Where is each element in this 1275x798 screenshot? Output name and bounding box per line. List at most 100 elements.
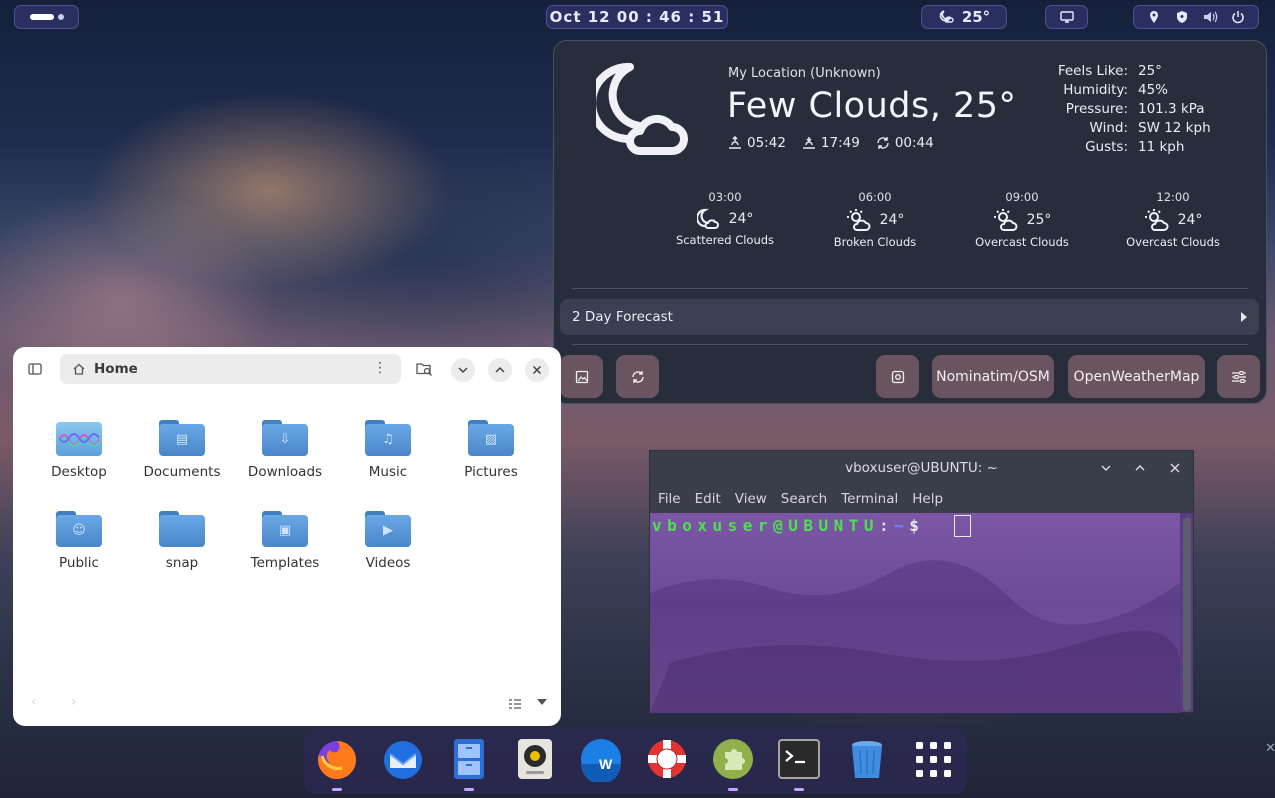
folder-item-public[interactable]: ☺ Public: [29, 511, 129, 571]
sunset-time: 17:49: [820, 135, 860, 151]
folder-label: Desktop: [51, 464, 107, 480]
weather-location: My Location (Unknown): [728, 66, 881, 81]
refresh-weather-button[interactable]: [616, 355, 659, 398]
view-mode-button[interactable]: [508, 695, 524, 709]
hourly-temp-row: 24°: [660, 208, 790, 230]
folder-item-music[interactable]: ♫ Music: [338, 420, 438, 480]
libreoffice-writer-icon[interactable]: W: [578, 736, 624, 782]
path-bar[interactable]: Home ⋮: [60, 354, 401, 384]
chevron-down-icon[interactable]: [1100, 462, 1112, 474]
open-weather-app-button[interactable]: [560, 355, 603, 398]
view-options-button[interactable]: [537, 699, 547, 705]
workspace-active-dot: [29, 14, 54, 20]
chevron-right-icon: [1241, 312, 1247, 322]
camera-frame-icon: [891, 370, 904, 383]
hourly-forecast-item: 09:00 25° Overcast Clouds: [957, 190, 1087, 249]
rhythmbox-icon[interactable]: [512, 736, 558, 782]
screenshot-button[interactable]: [876, 355, 919, 398]
minimize-button[interactable]: [451, 358, 475, 382]
detail-label: Humidity:: [1063, 82, 1128, 98]
detail-row: Pressure: 101.3 kPa: [1054, 100, 1211, 119]
hourly-temp: 25°: [1026, 212, 1052, 228]
hourly-forecast-item: 03:00 24° Scattered Clouds: [660, 190, 790, 247]
folder-item-snap[interactable]: snap: [132, 511, 232, 571]
hourly-condition: Scattered Clouds: [675, 233, 775, 247]
sidebar-icon: [28, 363, 42, 375]
folder-item-pictures[interactable]: ▨ Pictures: [441, 420, 541, 480]
detail-value: 11 kph: [1138, 139, 1185, 155]
menu-search[interactable]: Search: [781, 491, 827, 507]
terminal-scrollbar[interactable]: [1183, 517, 1191, 711]
sidebar-toggle-button[interactable]: [27, 361, 43, 377]
last-refresh-time: 00:44: [894, 135, 934, 151]
geocode-provider-label: Nominatim/OSM: [936, 368, 1050, 385]
menu-view[interactable]: View: [735, 491, 767, 507]
sunset-icon: [802, 137, 815, 149]
terminal-output[interactable]: vboxuser@UBUNTU:~$: [650, 513, 1180, 713]
forward-button[interactable]: ›: [71, 694, 77, 710]
detail-value: 101.3 kPa: [1138, 101, 1205, 117]
weather-provider-button[interactable]: OpenWeatherMap: [1068, 355, 1205, 398]
hourly-time: 06:00: [858, 190, 892, 204]
hourly-time: 12:00: [1156, 190, 1190, 204]
music-folder-icon: ♫: [365, 420, 411, 456]
weather-indicator[interactable]: 25°: [921, 5, 1007, 29]
extensions-icon[interactable]: [710, 736, 756, 782]
clock-button[interactable]: Oct 12 00 : 46 : 51: [546, 5, 728, 29]
app-grid-icon[interactable]: [910, 736, 956, 782]
detail-value: 45%: [1138, 82, 1169, 98]
pictures-folder-icon: ▨: [468, 420, 514, 456]
two-day-forecast-expander[interactable]: 2 Day Forecast: [560, 299, 1259, 335]
close-icon[interactable]: [1169, 462, 1181, 474]
folder-label: Downloads: [247, 464, 323, 480]
trash-icon[interactable]: [844, 736, 890, 782]
folder-icon: [159, 511, 205, 547]
menu-terminal[interactable]: Terminal: [841, 491, 898, 507]
svg-text:W: W: [599, 756, 613, 772]
path-menu-icon[interactable]: ⋮: [373, 360, 387, 376]
folder-item-desktop[interactable]: Desktop: [29, 420, 129, 480]
close-button[interactable]: [525, 358, 549, 382]
sunrise-item: 05:42: [728, 135, 786, 151]
workspace-indicator[interactable]: [14, 5, 79, 29]
folder-item-videos[interactable]: ▶ Videos: [338, 511, 438, 571]
weather-settings-button[interactable]: [1217, 355, 1260, 398]
back-button[interactable]: ‹: [31, 694, 37, 710]
close-icon: [532, 365, 542, 375]
refresh-icon: [631, 370, 644, 383]
maximize-button[interactable]: [488, 358, 512, 382]
folder-item-templates[interactable]: ▣ Templates: [235, 511, 335, 571]
firefox-icon[interactable]: [314, 736, 360, 782]
menu-edit[interactable]: Edit: [695, 491, 721, 507]
detail-value: 25°: [1138, 63, 1162, 79]
menu-file[interactable]: File: [658, 491, 681, 507]
detail-value: SW 12 kph: [1138, 120, 1211, 136]
folder-label: Music: [368, 464, 408, 480]
hourly-temp: 24°: [879, 212, 905, 228]
folder-item-downloads[interactable]: ⇩ Downloads: [235, 420, 335, 480]
help-icon[interactable]: [644, 736, 690, 782]
geocode-provider-button[interactable]: Nominatim/OSM: [932, 355, 1054, 398]
screen-share-indicator[interactable]: [1045, 5, 1088, 29]
terminal-prompt: vboxuser@UBUNTU:~$: [652, 516, 924, 535]
search-button[interactable]: [415, 360, 433, 378]
folder-item-documents[interactable]: ▤ Documents: [132, 420, 232, 480]
videos-folder-icon: ▶: [365, 511, 411, 547]
folder-label: Videos: [365, 555, 411, 571]
chevron-up-icon[interactable]: [1134, 462, 1146, 474]
terminal-titlebar[interactable]: vboxuser@UBUNTU: ~: [650, 451, 1193, 485]
system-menu[interactable]: [1133, 5, 1259, 29]
templates-folder-icon: ▣: [262, 511, 308, 547]
terminal-icon[interactable]: [776, 736, 822, 782]
hourly-temp-row: 25°: [957, 208, 1087, 232]
files-icon[interactable]: [446, 736, 492, 782]
terminal-window: vboxuser@UBUNTU: ~ File Edit View Search…: [649, 450, 1194, 713]
sliders-icon: [1231, 370, 1246, 383]
location-icon: [1146, 9, 1162, 25]
thunderbird-icon[interactable]: [380, 736, 426, 782]
folder-label: Public: [59, 555, 99, 571]
hourly-temp: 24°: [728, 211, 754, 227]
menu-help[interactable]: Help: [912, 491, 943, 507]
image-icon: [575, 370, 588, 383]
hourly-time: 09:00: [1005, 190, 1039, 204]
